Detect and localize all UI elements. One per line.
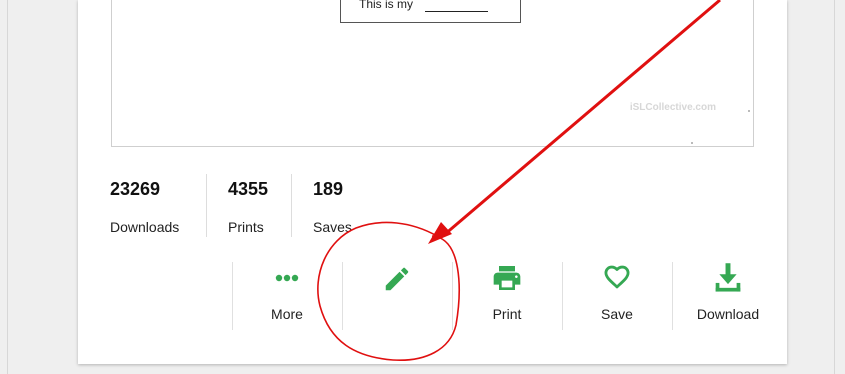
saves-label: Saves [313,219,352,235]
pencil-icon [385,267,409,291]
stat-divider [206,174,207,237]
stat-downloads: 23269 Downloads [110,174,200,237]
watermark: iSLCollective.com [629,102,716,113]
print-label: Print [492,306,522,322]
preview-dot [691,142,693,144]
prints-label: Prints [228,219,264,235]
more-button[interactable]: More [232,262,342,330]
dots-icon [275,274,299,282]
worksheet-text-box: This is my [340,0,521,23]
downloads-label: Downloads [110,219,180,235]
stat-divider [291,174,292,237]
stat-saves: 189 Saves [313,174,373,237]
worksheet-blank-line [425,11,488,12]
save-button[interactable]: Save [562,262,672,330]
stat-prints: 4355 Prints [228,174,288,237]
preview-dot [748,110,750,112]
worksheet-preview[interactable]: This is my iSLCollective.com [111,0,754,147]
edit-button[interactable] [342,262,452,330]
more-label: More [271,306,303,322]
download-label: Download [696,306,760,322]
download-icon [715,263,741,292]
prints-count: 4355 [228,179,269,199]
download-button[interactable]: Download [672,262,784,330]
printer-icon [493,266,521,290]
downloads-count: 23269 [110,179,161,199]
action-bar: More Print Save Download [232,262,784,330]
heart-icon [604,265,630,289]
print-button[interactable]: Print [452,262,562,330]
worksheet-text: This is my [359,0,413,11]
saves-count: 189 [313,179,344,199]
save-label: Save [601,306,633,322]
